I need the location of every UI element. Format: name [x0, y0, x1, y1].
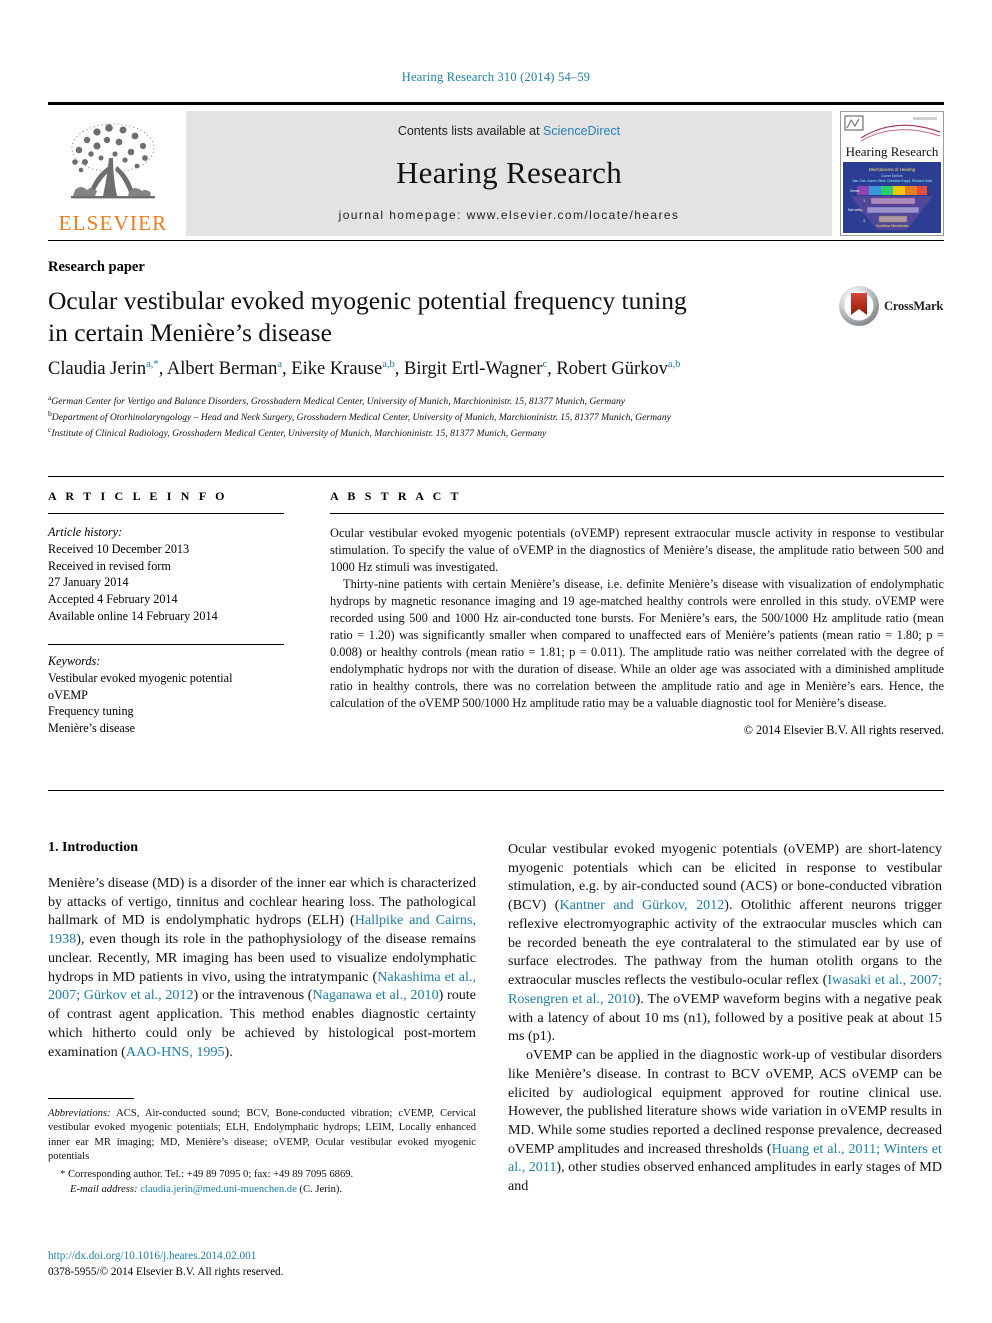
doi-block: http://dx.doi.org/10.1016/j.heares.2014.… [48, 1248, 478, 1280]
doi-link[interactable]: http://dx.doi.org/10.1016/j.heares.2014.… [48, 1248, 478, 1264]
citation-link[interactable]: Hallpike and Cairns, 1938 [48, 912, 476, 947]
abstract-heading-rule [330, 513, 944, 514]
abbreviations-note: Abbreviations: ACS, Air-conducted sound;… [48, 1107, 476, 1165]
abstract-paragraph: Ocular vestibular evoked myogenic potent… [330, 526, 944, 574]
info-bottom-rule [48, 790, 944, 791]
paper-page: Hearing Research 310 (2014) 54–59 ELSEVI… [0, 0, 992, 1323]
abstract-heading: A B S T R A C T [330, 489, 462, 503]
keyword-item: Frequency tuning [48, 704, 134, 719]
citation-link[interactable]: AAO-HNS, 1995 [126, 1044, 225, 1060]
crossmark-icon [839, 286, 879, 326]
affiliation-item: bDepartment of Otorhinolaryngology – Hea… [48, 409, 928, 425]
sciencedirect-link[interactable]: ScienceDirect [543, 124, 620, 138]
footnote-separator-rule [48, 1098, 134, 1099]
citation-link[interactable]: Huang et al., 2011; Winters et al., 2011 [508, 1141, 942, 1176]
article-history-label: Article history: [48, 525, 123, 539]
body-column-right: Ocular vestibular evoked myogenic potent… [508, 840, 942, 1196]
corresponding-author-note: * Corresponding author. Tel.: +49 89 709… [60, 1168, 354, 1180]
contents-prefix: Contents lists available at [397, 124, 544, 138]
keyword-item: Vestibular evoked myogenic potential [48, 670, 233, 685]
article-info-heading: A R T I C L E I N F O [48, 489, 228, 503]
keyword-list: Keywords: Vestibular evoked myogenic pot… [48, 653, 284, 737]
running-head: Hearing Research 310 (2014) 54–59 [401, 70, 591, 84]
article-info-panel: A R T I C L E I N F O Article history: R… [48, 489, 284, 737]
keyword-item: oVEMP [48, 687, 88, 702]
affiliation-list: aGerman Center for Vertigo and Balance D… [48, 393, 928, 440]
journal-homepage-line[interactable]: journal homepage: www.elsevier.com/locat… [339, 208, 680, 222]
svg-text:Mechanisms of Hearing: Mechanisms of Hearing [869, 167, 916, 172]
body-column-left: 1. Introduction Menière’s disease (MD) i… [48, 840, 476, 1061]
svg-text:Guest Editors: Guest Editors [881, 174, 903, 178]
journal-title: Hearing Research [396, 155, 622, 190]
history-line: Received in revised form [48, 558, 171, 573]
keywords-rule [48, 643, 284, 645]
svg-text:Cochlear Mechanics: Cochlear Mechanics [876, 224, 909, 228]
body-paragraph: Ocular vestibular evoked myogenic potent… [508, 841, 942, 1045]
page-title: Ocular vestibular evoked myogenic potent… [48, 285, 808, 349]
keyword-item: Menière’s disease [48, 721, 135, 736]
keywords-label: Keywords: [48, 653, 101, 668]
elsevier-wordmark: ELSEVIER [58, 211, 168, 235]
email-note: E-mail address: claudia.jerin@med.uni-mu… [48, 1183, 476, 1197]
history-line: 27 January 2014 [48, 575, 129, 590]
body-paragraph: Menière’s disease (MD) is a disorder of … [48, 875, 476, 1060]
history-line: Accepted 4 February 2014 [48, 592, 178, 607]
abstract-copyright: © 2014 Elsevier B.V. All rights reserved… [743, 722, 944, 737]
email-suffix: (C. Jerin). [296, 1184, 343, 1196]
article-type-label: Research paper [48, 259, 145, 275]
affiliation-text: Department of Otorhinolaryngology – Head… [51, 411, 671, 423]
journal-cover-thumbnail: Hearing Research Mechanisms of Hearing G… [840, 111, 944, 236]
abbreviations-text: ACS, Air-conducted sound; BCV, Bone-cond… [48, 1108, 476, 1163]
svg-text:Hair cells: Hair cells [848, 208, 862, 212]
svg-text:Genes: Genes [850, 189, 860, 193]
contents-available-line: Contents lists available at ScienceDirec… [398, 124, 620, 138]
issn-copyright-line: 0378-5955/© 2014 Elsevier B.V. All right… [48, 1266, 284, 1279]
email-link[interactable]: claudia.jerin@med.uni-muenchen.de [140, 1184, 297, 1195]
history-line: Available online 14 February 2014 [48, 609, 218, 624]
cover-artwork: Hearing Research Mechanisms of Hearing G… [841, 112, 943, 235]
citation-link[interactable]: Naganawa et al., 2010 [312, 987, 438, 1003]
title-line-2: in certain Menière’s disease [48, 317, 332, 347]
info-top-rule [48, 476, 944, 477]
abbreviations-label: Abbreviations: [48, 1108, 111, 1119]
abstract-panel: A B S T R A C T Ocular vestibular evoked… [330, 489, 944, 738]
svg-text:Jian Gan, Karen Steel, Christi: Jian Gan, Karen Steel, Christine Koppl, … [852, 179, 932, 183]
elsevier-tree-icon [71, 123, 155, 199]
abstract-text: Ocular vestibular evoked myogenic potent… [330, 525, 944, 712]
elsevier-logo: ELSEVIER [48, 111, 178, 236]
journal-masthead: ELSEVIER Contents lists available at Sci… [48, 102, 944, 236]
author-list: Claudia Jerina,*, Albert Bermana, Eike K… [48, 359, 681, 380]
journal-band: Contents lists available at ScienceDirec… [186, 111, 832, 236]
email-label: E-mail address: [70, 1184, 138, 1196]
info-heading-rule [48, 513, 284, 514]
footnote-block: Abbreviations: ACS, Air-conducted sound;… [48, 1107, 476, 1197]
history-line: Received 10 December 2013 [48, 541, 190, 556]
abstract-paragraph: Thirty-nine patients with certain Menièr… [330, 576, 944, 710]
crossmark-label: CrossMark [884, 298, 944, 313]
article-history: Article history: Received 10 December 20… [48, 524, 284, 625]
affiliation-item: cInstitute of Clinical Radiology, Grossh… [48, 425, 928, 441]
section-heading-introduction: 1. Introduction [48, 840, 138, 855]
svg-text:Hearing Research: Hearing Research [846, 144, 939, 159]
title-line-1: Ocular vestibular evoked myogenic potent… [48, 286, 687, 315]
citation-link[interactable]: Kantner and Gürkov, 2012 [559, 897, 724, 913]
body-paragraph: oVEMP can be applied in the diagnostic w… [508, 1047, 943, 1195]
citation-link[interactable]: Iwasaki et al., 2007; Rosengren et al., … [508, 972, 942, 1007]
affiliation-text: Institute of Clinical Radiology, Grossha… [51, 427, 547, 439]
affiliation-text: German Center for Vertigo and Balance Di… [51, 396, 626, 408]
crossmark-badge[interactable]: CrossMark [838, 284, 948, 328]
affiliation-item: aGerman Center for Vertigo and Balance D… [48, 393, 928, 409]
masthead-bottom-rule [48, 240, 944, 241]
